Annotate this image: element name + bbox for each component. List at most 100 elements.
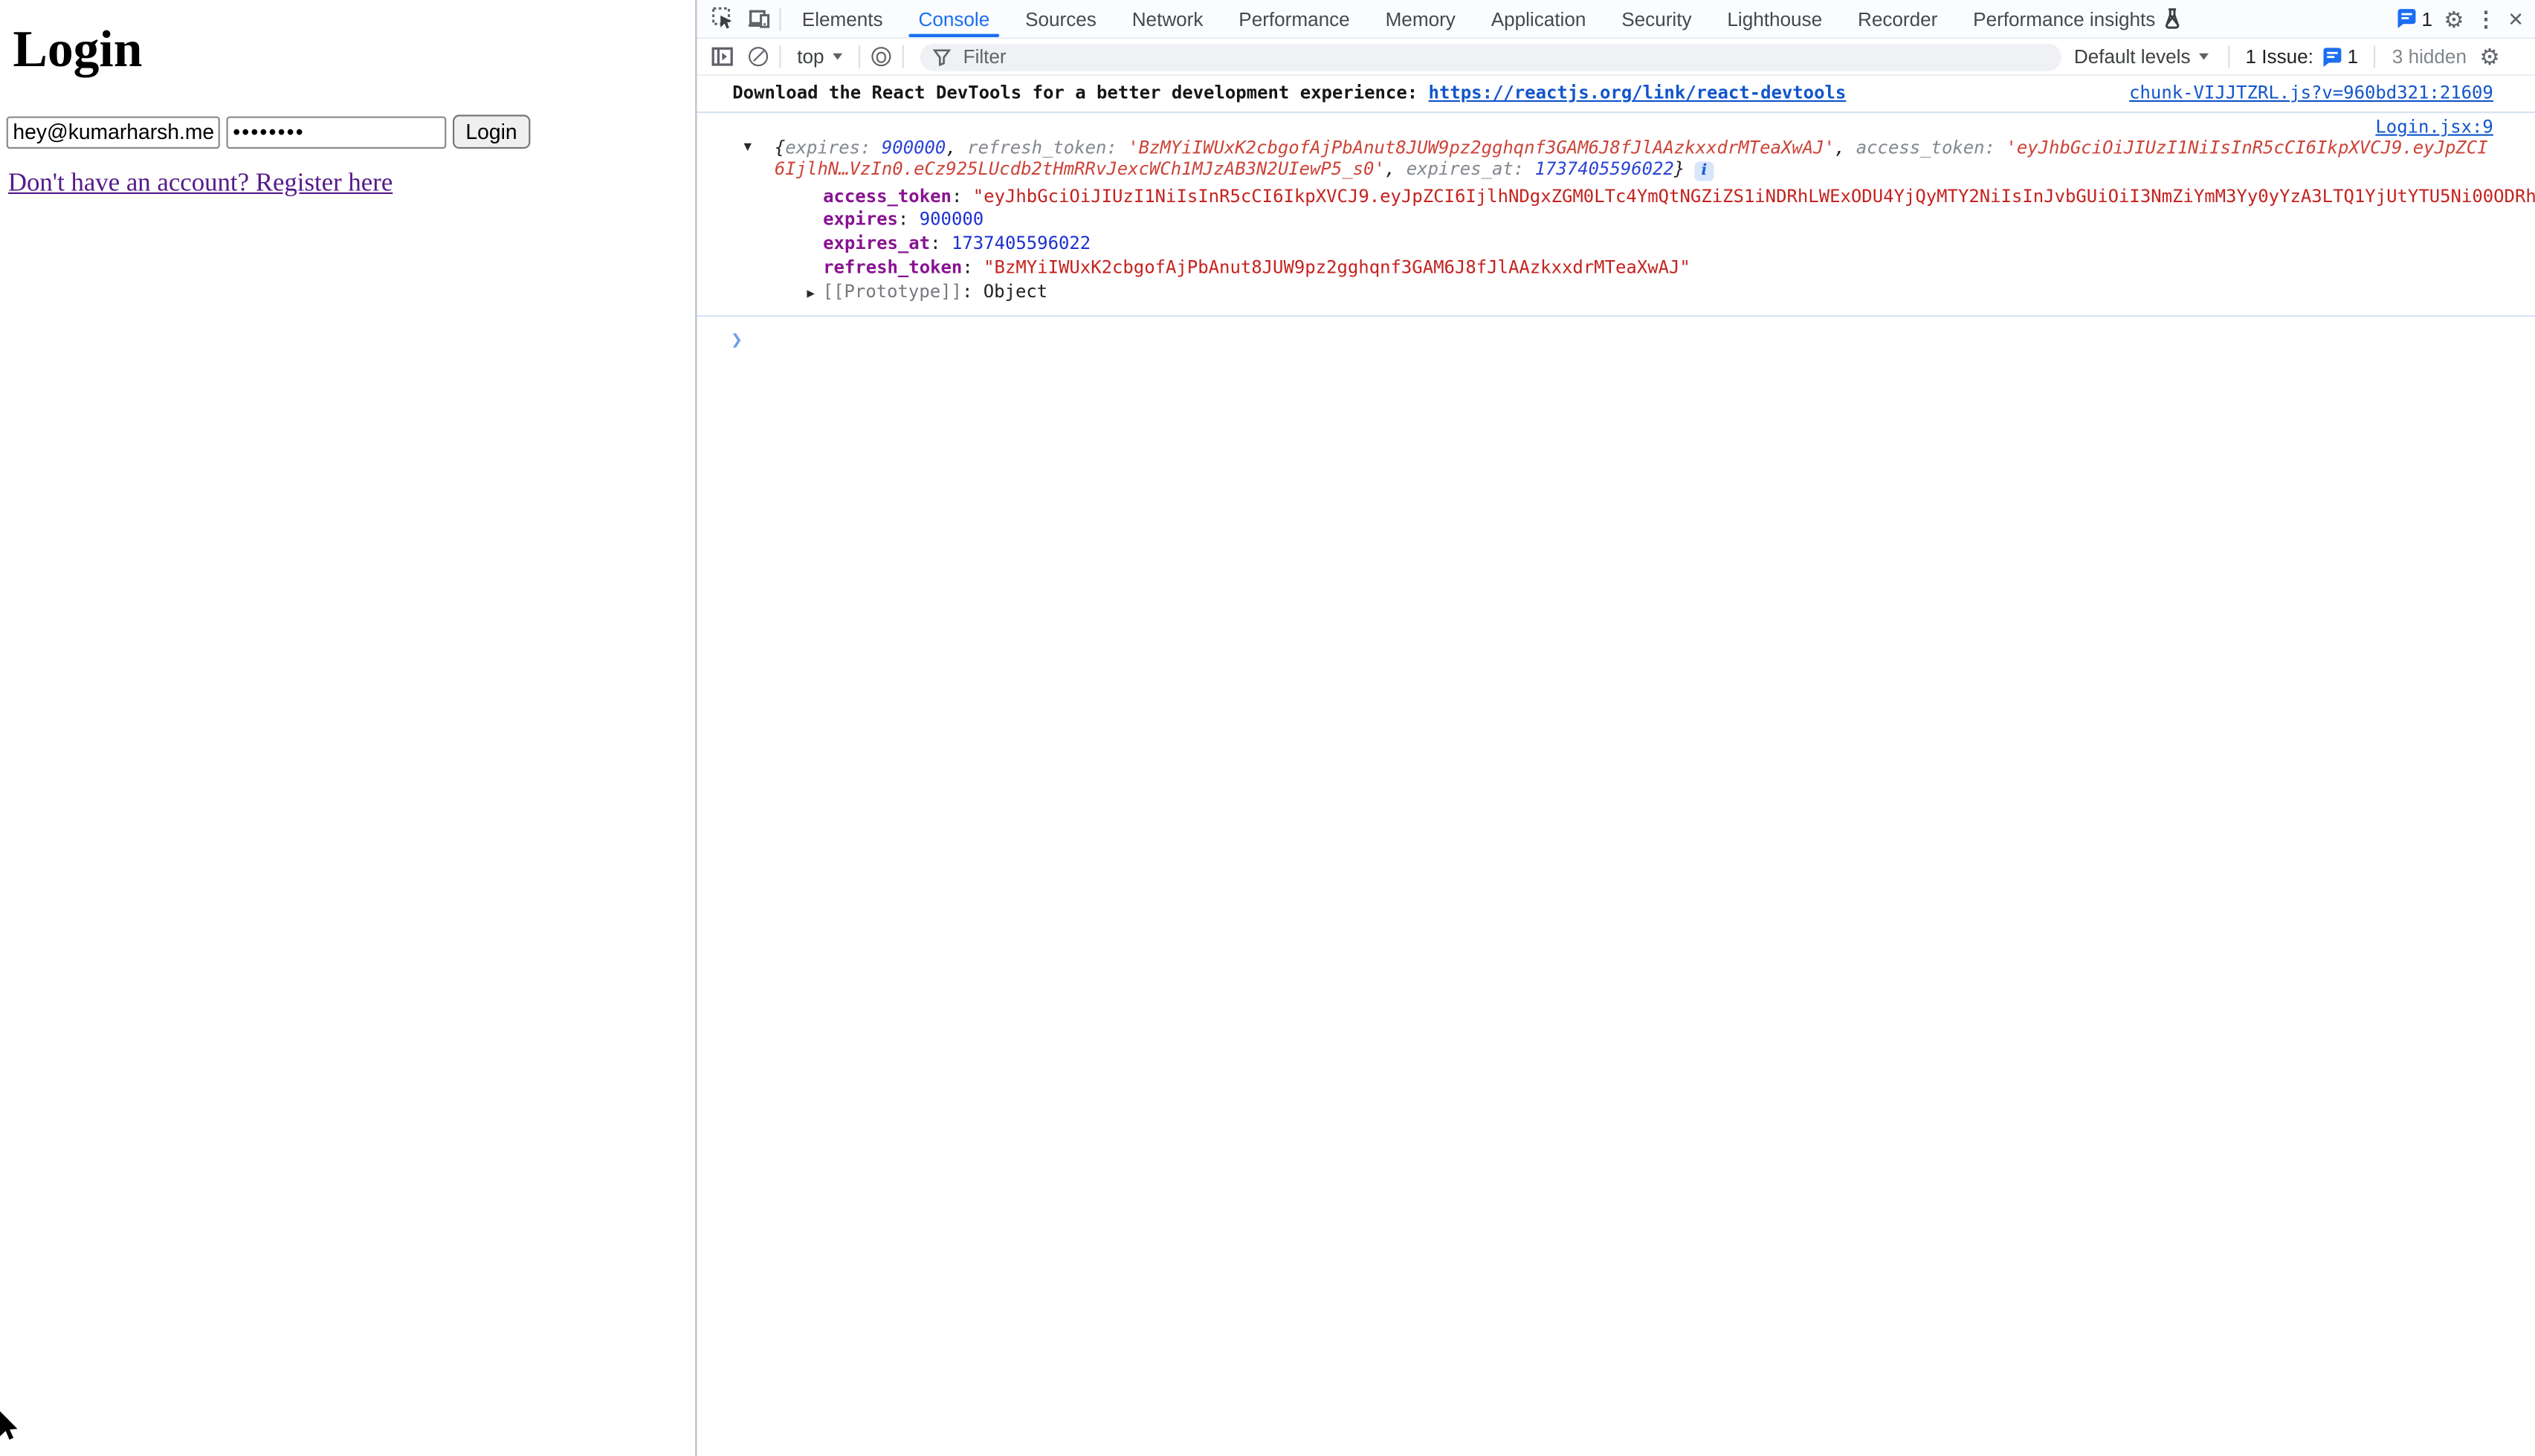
property-row[interactable]: access_token: "eyJhbGciOiJIUzI1NiIsInR5c…	[823, 185, 2535, 209]
property-key: refresh_token	[823, 256, 962, 277]
chevron-down-icon	[2198, 54, 2208, 60]
property-key: expires_at	[823, 233, 930, 253]
issues-summary[interactable]: 1 Issue: 1	[2245, 45, 2358, 68]
close-devtools-icon[interactable]: ✕	[2507, 9, 2524, 28]
screen: Login Login Don't have an account? Regis…	[0, 0, 2535, 1456]
property-key: access_token	[823, 185, 952, 206]
settings-gear-icon[interactable]: ⚙	[2444, 7, 2464, 30]
tab-elements[interactable]: Elements	[784, 0, 901, 37]
tab-network[interactable]: Network	[1114, 0, 1221, 37]
comma: ,	[1835, 137, 1856, 158]
javascript-context-dropdown[interactable]: top	[784, 45, 855, 68]
info-icon[interactable]: i	[1694, 161, 1714, 180]
tab-recorder[interactable]: Recorder	[1840, 0, 1955, 37]
separator	[2228, 45, 2229, 68]
preview-number: 900000	[882, 137, 946, 158]
property-key: expires	[823, 209, 898, 230]
mouse-cursor	[0, 1411, 19, 1444]
issue-count: 1	[2348, 45, 2359, 68]
separator	[902, 45, 903, 68]
property-value-string: "BzMYiIWUxK2cbgofAjPbAnut8JUW9pz2gghqnf3…	[984, 256, 1690, 277]
filter-box	[920, 43, 2061, 71]
property-value-number: 1737405596022	[952, 233, 1091, 253]
react-devtools-link[interactable]: https://reactjs.org/link/react-devtools	[1429, 82, 1847, 103]
react-devtools-message: Download the React DevTools for a better…	[732, 82, 1428, 103]
collapsed-twisty-icon[interactable]: ▶	[807, 286, 815, 301]
issues-count: 1	[2421, 7, 2432, 30]
login-button[interactable]: Login	[453, 114, 530, 149]
colon: :	[1514, 158, 1535, 178]
colon: :	[962, 256, 984, 277]
funnel-filter-icon	[932, 48, 950, 65]
preview-string: 'BzMYiIWUxK2cbgofAjPbAnut8JUW9pz2gghqnf3…	[1128, 137, 1835, 158]
colon: :	[930, 233, 952, 253]
property-row[interactable]: expires: 900000	[823, 209, 2535, 233]
expand-twisty-icon[interactable]: ▼	[744, 139, 752, 154]
property-row[interactable]: expires_at: 1737405596022	[823, 233, 2535, 256]
issues-indicator[interactable]: 1	[2396, 7, 2432, 30]
tab-memory[interactable]: Memory	[1368, 0, 1473, 37]
email-input[interactable]	[7, 116, 220, 149]
password-input[interactable]	[227, 116, 447, 149]
colon: :	[898, 209, 920, 230]
preview-key: expires	[785, 137, 860, 158]
more-options-icon[interactable]: ⋮	[2476, 8, 2496, 29]
colon: :	[860, 137, 882, 158]
prototype-label: [[Prototype]]	[823, 281, 962, 302]
colon: :	[962, 281, 984, 302]
tab-console[interactable]: Console	[901, 0, 1008, 37]
preview-key: access_token	[1856, 137, 1985, 158]
log-levels-dropdown[interactable]: Default levels	[2070, 45, 2211, 68]
register-link[interactable]: Don't have an account? Register here	[8, 169, 393, 198]
brace-open: {	[775, 137, 785, 158]
property-row[interactable]: refresh_token: "BzMYiIWUxK2cbgofAjPbAnut…	[823, 256, 2535, 280]
preview-key: expires_at	[1407, 158, 1514, 178]
login-form: Login	[7, 114, 530, 149]
issue-bubble-icon	[2396, 8, 2417, 29]
source-link-chunk[interactable]: chunk-VIJJTZRL.js?v=960bd321:21609	[2129, 84, 2493, 103]
issue-bubble-icon	[2322, 46, 2342, 67]
console-messages: Download the React DevTools for a better…	[697, 76, 2535, 1455]
property-value-string: "eyJhbGciOiJIUzI1NiIsInR5cCI6IkpXVCJ9.ey…	[973, 185, 2535, 206]
chevron-down-icon	[832, 54, 842, 60]
tab-application[interactable]: Application	[1473, 0, 1604, 37]
preview-number: 1737405596022	[1535, 158, 1674, 178]
devtools-panel: Elements Console Sources Network Perform…	[695, 0, 2535, 1456]
comma: ,	[1385, 158, 1407, 178]
console-sidebar-icon[interactable]	[705, 42, 740, 71]
source-link-login-jsx[interactable]: Login.jsx:9	[2375, 117, 2493, 137]
live-expression-eye-icon[interactable]	[863, 42, 899, 71]
colon: :	[1985, 137, 2006, 158]
tab-performance[interactable]: Performance	[1221, 0, 1367, 37]
device-toolbar-icon[interactable]	[740, 4, 776, 33]
clear-console-icon[interactable]	[740, 42, 776, 71]
console-toolbar: top Default levels	[697, 39, 2535, 76]
separator	[779, 7, 781, 30]
object-preview[interactable]: {expires: 900000, refresh_token: 'BzMYiI…	[775, 139, 2493, 180]
context-label: top	[797, 45, 824, 68]
console-prompt[interactable]: ❯	[731, 329, 2535, 350]
prompt-chevron-icon: ❯	[731, 327, 743, 349]
tab-performance-insights-label: Performance insights	[1973, 7, 2155, 30]
preview-key: refresh_token	[967, 137, 1106, 158]
tab-performance-insights[interactable]: Performance insights	[1955, 0, 2199, 37]
inspect-element-icon[interactable]	[705, 4, 740, 33]
levels-label: Default levels	[2074, 45, 2191, 68]
hidden-messages-label[interactable]: 3 hidden	[2392, 45, 2467, 68]
flask-icon	[2163, 8, 2181, 29]
colon: :	[952, 185, 973, 206]
login-page: Login Login Don't have an account? Regis…	[0, 0, 695, 1456]
comma: ,	[946, 137, 967, 158]
tab-lighthouse[interactable]: Lighthouse	[1709, 0, 1840, 37]
tab-security[interactable]: Security	[1604, 0, 1709, 37]
prototype-row[interactable]: ▶ [[Prototype]]: Object	[807, 281, 2493, 306]
tab-sources[interactable]: Sources	[1007, 0, 1114, 37]
logged-object: ▼ {expires: 900000, refresh_token: 'BzMY…	[732, 139, 2493, 306]
filter-input[interactable]	[960, 44, 1937, 70]
console-settings-gear-icon[interactable]: ⚙	[2479, 45, 2499, 68]
toolbar-right-controls: Default levels 1 Issue: 1 3 hidden ⚙	[2070, 45, 2499, 68]
separator	[858, 45, 859, 68]
tabbar-right-controls: 1 ⚙ ⋮ ✕	[2396, 7, 2535, 30]
property-value-number: 900000	[920, 209, 984, 230]
prototype-value: Object	[984, 281, 1047, 302]
